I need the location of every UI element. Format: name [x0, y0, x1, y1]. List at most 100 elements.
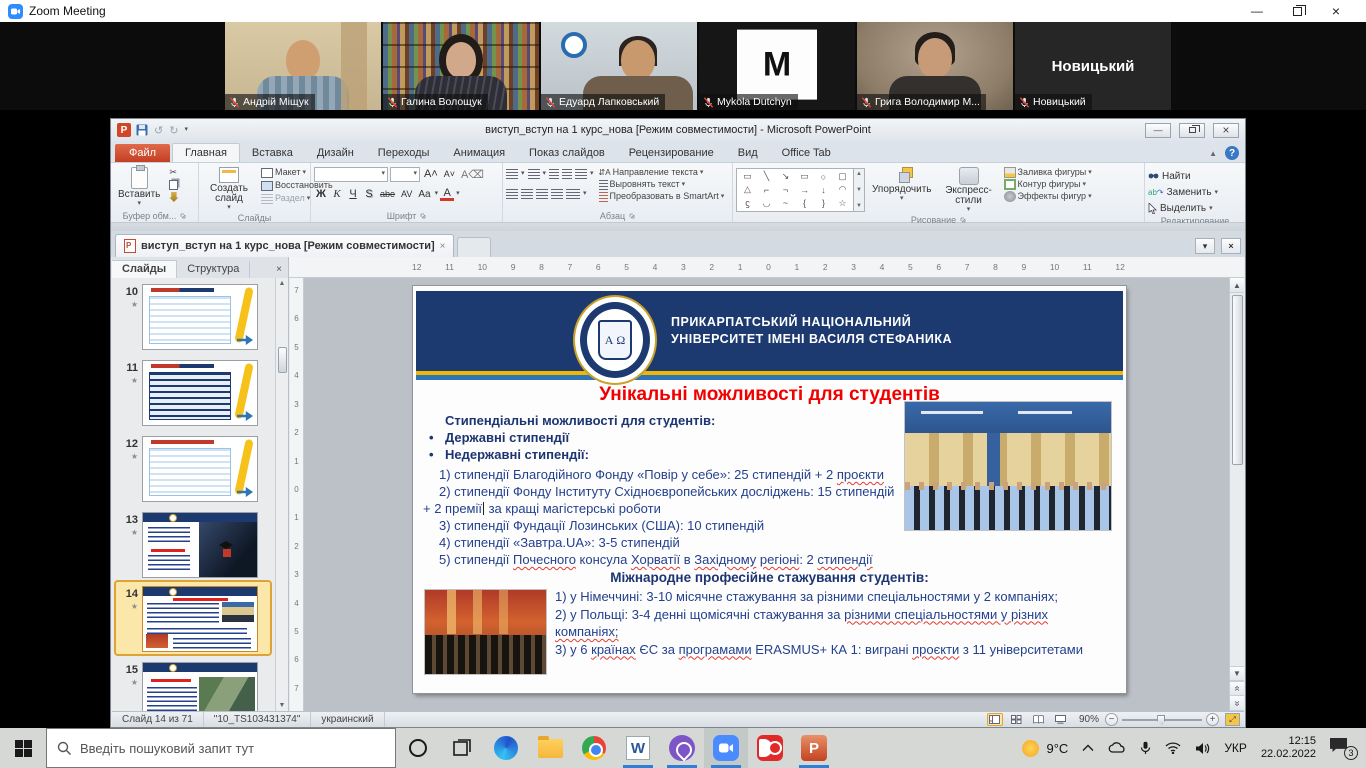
vertical-scrollbar[interactable]: ▲ ▼ « « [1229, 278, 1244, 711]
viber-taskbar-icon[interactable] [660, 728, 704, 768]
wifi-icon[interactable] [1165, 742, 1181, 754]
underline-button[interactable]: Ч [346, 187, 360, 202]
tab-insert[interactable]: Вставка [240, 144, 305, 162]
chrome-taskbar-icon[interactable] [572, 728, 616, 768]
increase-indent-icon[interactable] [562, 169, 572, 179]
align-center-icon[interactable] [521, 189, 533, 199]
ppt-close-button[interactable]: × [1213, 123, 1239, 138]
panel-scroll-up-icon[interactable]: ▲ [279, 280, 286, 287]
participant-tile-novytskyi[interactable]: Новицький Новицький [1015, 22, 1171, 110]
columns-icon[interactable] [566, 189, 580, 199]
tab-file[interactable]: Файл [115, 144, 170, 162]
participant-tile-eduard-active-speaker[interactable]: Едуард Лапковський [541, 22, 697, 110]
tab-list-dropdown-icon[interactable]: ▾ [1195, 238, 1215, 254]
save-icon[interactable] [136, 124, 148, 136]
quick-styles-button[interactable]: Экспресс-стили▾ [939, 165, 999, 215]
cut-icon[interactable]: ✂ [167, 167, 180, 178]
taskbar-search[interactable]: Введіть пошуковий запит тут [46, 728, 396, 768]
font-size-select[interactable]: ▾ [390, 167, 420, 182]
scholarships-block[interactable]: Стипендіальні можливості для студентів: … [423, 412, 901, 568]
slide-sorter-view-button[interactable] [1009, 713, 1025, 726]
theme-name[interactable]: "10_TS103431374" [204, 712, 312, 727]
bold-button[interactable]: Ж [314, 187, 328, 202]
tab-home[interactable]: Главная [172, 143, 240, 162]
zoom-slider[interactable] [1122, 719, 1202, 721]
participant-tile-mykola[interactable]: M Mykola Dutchyn [699, 22, 855, 110]
slide-thumbnail-row-selected[interactable]: 14★ [116, 586, 258, 652]
align-text-button[interactable]: Выровнять текст▾ [597, 179, 727, 190]
onedrive-icon[interactable] [1108, 742, 1126, 754]
panel-scroll-thumb[interactable] [278, 347, 287, 373]
arrange-button[interactable]: Упорядочить▾ [868, 165, 936, 204]
tray-chevron-icon[interactable] [1082, 744, 1094, 752]
dialog-launcher-icon[interactable] [180, 213, 186, 219]
tab-office-tab[interactable]: Office Tab [770, 144, 843, 162]
quick-access-dropdown-icon[interactable]: ▾ [184, 127, 188, 133]
select-button[interactable]: Выделить▾ [1148, 201, 1242, 216]
panel-scroll-down-icon[interactable]: ▼ [279, 702, 286, 709]
edge-taskbar-icon[interactable] [484, 728, 528, 768]
task-view-button[interactable] [440, 728, 484, 768]
scroll-up-icon[interactable]: ▲ [1230, 278, 1244, 293]
cortana-button[interactable] [396, 728, 440, 768]
justify-icon[interactable] [551, 189, 563, 199]
slide-editor-canvas[interactable]: А Ω ПРИКАРПАТСЬКИЙ НАЦІОНАЛЬНИЙ УНІВЕРСИ… [304, 278, 1229, 711]
italic-button[interactable]: К [330, 187, 344, 202]
copy-icon[interactable] [167, 180, 180, 190]
tab-outline-panel[interactable]: Структура [177, 261, 250, 278]
find-button[interactable]: Найти [1148, 169, 1242, 184]
red-app-taskbar-icon[interactable] [748, 728, 792, 768]
zoom-taskbar-icon[interactable] [704, 728, 748, 768]
font-name-select[interactable]: ▾ [314, 167, 388, 182]
line-spacing-icon[interactable] [575, 169, 587, 179]
tab-animations[interactable]: Анимация [441, 144, 517, 162]
shapes-scroll[interactable]: ▲▼▼ [854, 168, 865, 212]
slide-thumbnail-row[interactable]: 13★ [116, 512, 258, 578]
tab-design[interactable]: Дизайн [305, 144, 366, 162]
tab-slides-panel[interactable]: Слайды [112, 260, 177, 278]
shape-outline-button[interactable]: Контур фигуры▾ [1002, 179, 1094, 190]
participant-tile-halyna[interactable]: Галина Волощук [383, 22, 539, 110]
convert-smartart-button[interactable]: Преобразовать в SmartArt▾ [597, 191, 727, 202]
ribbon-collapse-icon[interactable]: ▲ [1209, 149, 1217, 158]
numbering-icon[interactable] [528, 169, 540, 179]
keyboard-language[interactable]: УКР [1224, 741, 1247, 755]
start-button[interactable] [0, 728, 46, 768]
zoom-minimize-button[interactable]: — [1251, 5, 1263, 17]
language-indicator[interactable]: украинский [311, 712, 384, 727]
slide-14[interactable]: А Ω ПРИКАРПАТСЬКИЙ НАЦІОНАЛЬНИЙ УНІВЕРСИ… [413, 286, 1126, 693]
character-spacing-button[interactable]: AV [399, 187, 414, 202]
previous-slide-button[interactable]: « [1230, 681, 1244, 696]
align-left-icon[interactable] [506, 189, 518, 199]
zoom-level[interactable]: 90% [1079, 714, 1099, 725]
ppt-minimize-button[interactable]: — [1145, 123, 1171, 138]
grow-font-icon[interactable]: A˄ [422, 167, 440, 182]
tab-bar-close-icon[interactable]: × [1221, 238, 1241, 254]
shape-effects-button[interactable]: Эффекты фигур▾ [1002, 191, 1094, 202]
scroll-thumb[interactable] [1232, 295, 1243, 465]
word-taskbar-icon[interactable]: W [616, 728, 660, 768]
slide-counter[interactable]: Слайд 14 из 71 [112, 712, 204, 727]
slide-thumbnail-row[interactable]: 12★ [116, 436, 258, 502]
weather-widget[interactable]: 9°C [1022, 740, 1068, 757]
volume-icon[interactable] [1195, 742, 1210, 755]
internship-items[interactable]: 1) у Німеччині: 3-10 місячне стажування … [555, 588, 1113, 658]
dialog-launcher-icon[interactable] [420, 213, 426, 219]
notification-center-button[interactable]: 3 [1330, 738, 1356, 758]
tab-slideshow[interactable]: Показ слайдов [517, 144, 617, 162]
decrease-indent-icon[interactable] [549, 169, 559, 179]
document-tab-close-icon[interactable]: × [440, 241, 446, 252]
next-slide-button[interactable]: « [1230, 696, 1244, 711]
fit-slide-to-window-button[interactable]: ⤢ [1225, 713, 1240, 726]
panel-scrollbar[interactable]: ▲ ▼ [275, 278, 288, 711]
panel-close-icon[interactable]: × [270, 264, 288, 278]
ppt-restore-button[interactable] [1179, 123, 1205, 138]
tab-review[interactable]: Рецензирование [617, 144, 726, 162]
text-direction-button[interactable]: ⇵AНаправление текста▾ [597, 167, 727, 178]
new-document-tab-stub[interactable] [457, 237, 491, 257]
clear-formatting-icon[interactable]: A⌫ [459, 167, 486, 182]
zoom-in-button[interactable]: + [1206, 713, 1219, 726]
tab-view[interactable]: Вид [726, 144, 770, 162]
powerpoint-taskbar-icon[interactable]: P [792, 728, 836, 768]
undo-icon[interactable]: ↺ [154, 124, 163, 137]
